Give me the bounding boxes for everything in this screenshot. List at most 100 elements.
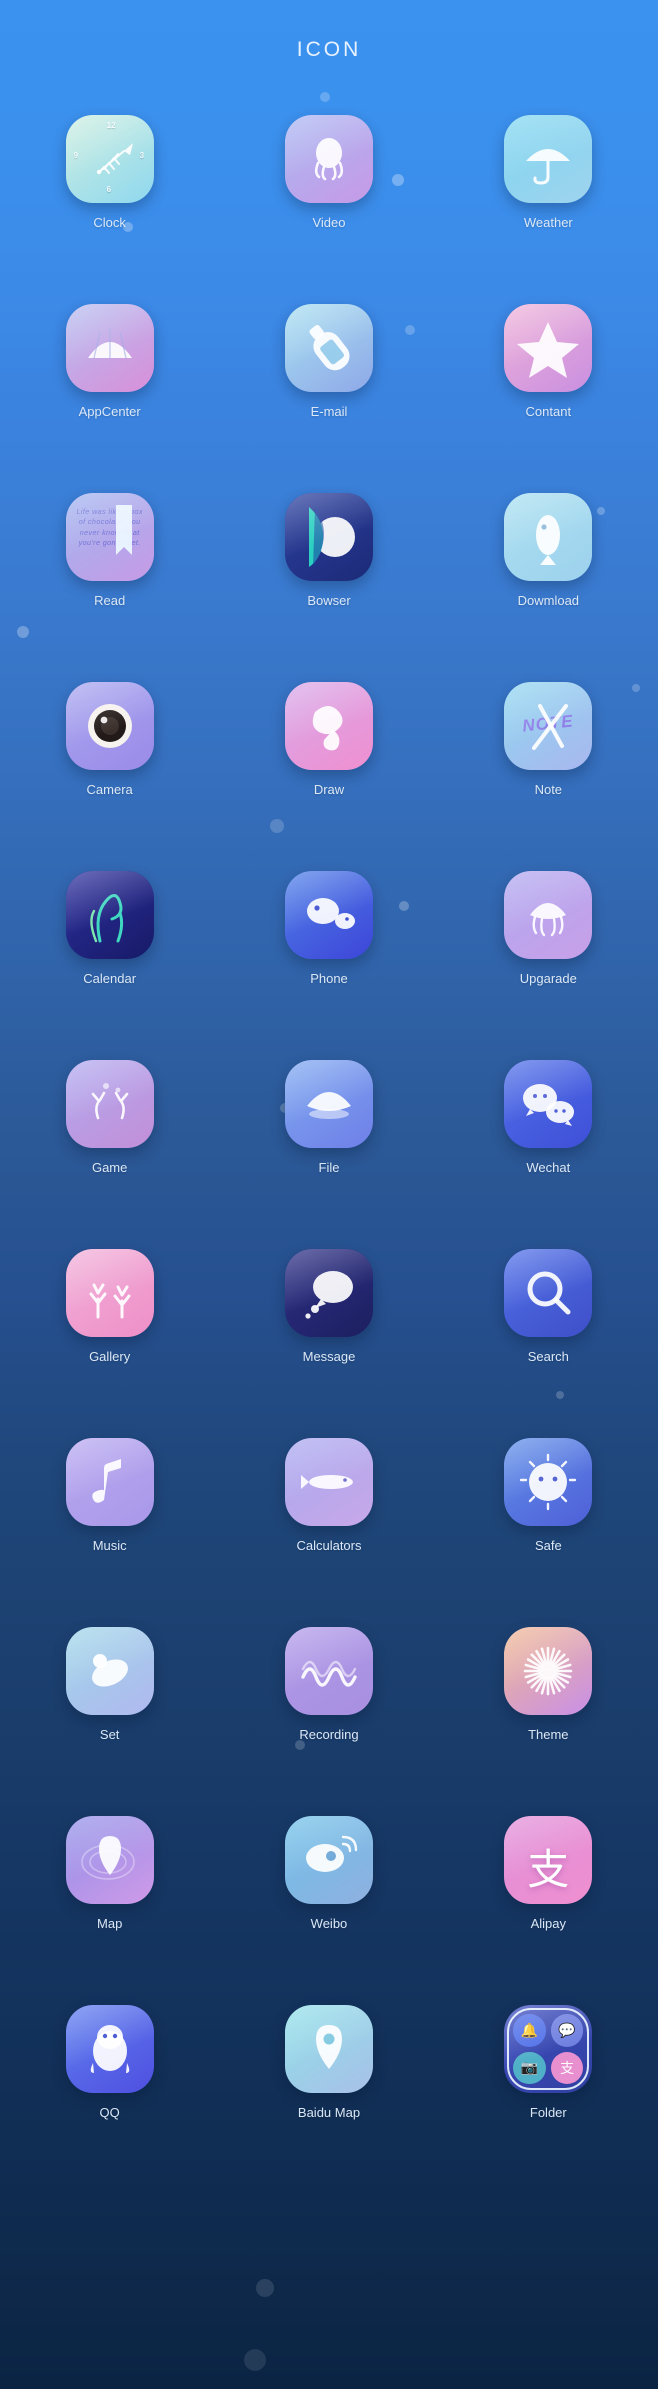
icon-cell-theme[interactable]: Theme <box>439 1627 658 1816</box>
wechat-bubbles-icon[interactable] <box>504 1060 593 1148</box>
icon-label: Music <box>92 1538 127 1553</box>
icon-cell-map[interactable]: Map <box>0 1816 219 2005</box>
icon-row: QQ Baidu Map 🔔 💬 📷 支 Folder <box>0 2005 658 2194</box>
map-pin-icon[interactable] <box>65 1816 154 1904</box>
folder-child-icon[interactable]: 📷 <box>513 2051 546 2084</box>
icon-cell-qq[interactable]: QQ <box>0 2005 219 2194</box>
camera-lens-icon[interactable] <box>65 682 154 770</box>
icon-label: Search <box>527 1349 569 1364</box>
icon-label: Set <box>99 1727 120 1742</box>
icon-cell-search[interactable]: Search <box>439 1249 658 1438</box>
draw-palette-icon[interactable] <box>284 682 373 770</box>
icon-cell-calculators[interactable]: Calculators <box>219 1438 438 1627</box>
upgrade-jellyfish-icon-art <box>504 871 592 959</box>
calculator-fish-icon-art <box>285 1438 373 1526</box>
gallery-coral-icon[interactable] <box>65 1249 154 1337</box>
icon-label: File <box>318 1160 340 1175</box>
upgrade-jellyfish-icon[interactable] <box>504 871 593 959</box>
icon-row: Gallery Message Search <box>0 1249 658 1438</box>
icon-cell-safe[interactable]: Safe <box>439 1438 658 1627</box>
read-bookmark-icon[interactable]: Life was like a box of chocolate. You ne… <box>65 493 154 581</box>
icon-grid: 12 3 6 9 Clock Video Weather AppCenter E-mail Con… <box>0 115 658 2194</box>
baidumap-pin-icon[interactable] <box>284 2005 373 2093</box>
icon-label: Weather <box>523 215 573 230</box>
folder-child-icon[interactable]: 支 <box>550 2051 584 2084</box>
email-bottle-icon-art <box>285 304 373 392</box>
icon-row: Camera Draw NOTE Note <box>0 682 658 871</box>
icon-label: Contant <box>525 404 572 419</box>
theme-flower-icon[interactable] <box>504 1627 593 1715</box>
qq-penguin-icon[interactable] <box>65 2005 154 2093</box>
icon-cell-appcenter[interactable]: AppCenter <box>0 304 219 493</box>
icon-cell-weibo[interactable]: Weibo <box>219 1816 438 2005</box>
calendar-seaweed-icon-art <box>66 871 154 959</box>
icon-cell-e-mail[interactable]: E-mail <box>219 304 438 493</box>
icon-cell-camera[interactable]: Camera <box>0 682 219 871</box>
icon-cell-gallery[interactable]: Gallery <box>0 1249 219 1438</box>
file-clam-icon[interactable] <box>284 1060 373 1148</box>
icon-cell-video[interactable]: Video <box>219 115 438 304</box>
icon-label: Recording <box>299 1727 359 1742</box>
icon-cell-recording[interactable]: Recording <box>219 1627 438 1816</box>
icon-cell-contant[interactable]: Contant <box>439 304 658 493</box>
icon-label: Phone <box>310 971 348 986</box>
calculator-fish-icon[interactable] <box>284 1438 373 1526</box>
search-magnifier-icon[interactable] <box>504 1249 593 1337</box>
alipay-zhi-icon[interactable]: 支 <box>504 1816 593 1904</box>
contact-starfish-icon[interactable] <box>504 304 593 392</box>
icon-cell-set[interactable]: Set <box>0 1627 219 1816</box>
icon-cell-folder[interactable]: 🔔 💬 📷 支 Folder <box>439 2005 658 2194</box>
icon-label: Draw <box>313 782 345 797</box>
weibo-eye-icon[interactable] <box>284 1816 373 1904</box>
gallery-coral-icon-art <box>66 1249 154 1337</box>
icon-label: Theme <box>528 1727 569 1742</box>
icon-cell-alipay[interactable]: 支 Alipay <box>439 1816 658 2005</box>
icon-cell-note[interactable]: NOTE Note <box>439 682 658 871</box>
folder-child-icon[interactable]: 💬 <box>550 2014 584 2047</box>
video-squid-icon[interactable] <box>284 115 373 203</box>
phone-whale-icon[interactable] <box>284 871 373 959</box>
read-bookmark-icon-art <box>66 493 154 581</box>
appcenter-shell-icon[interactable] <box>65 304 154 392</box>
safe-pufferfish-icon[interactable] <box>504 1438 593 1526</box>
icon-cell-game[interactable]: Game <box>0 1060 219 1249</box>
safe-pufferfish-icon-art <box>504 1438 592 1526</box>
icon-cell-read[interactable]: Life was like a box of chocolate. You ne… <box>0 493 219 682</box>
camera-lens-icon-art <box>66 682 154 770</box>
music-note-icon[interactable] <box>65 1438 154 1526</box>
folder-child-icon[interactable]: 🔔 <box>513 2014 546 2047</box>
recording-wave-icon[interactable] <box>284 1627 373 1715</box>
icon-cell-file[interactable]: File <box>219 1060 438 1249</box>
settings-gear-icon[interactable] <box>65 1627 154 1715</box>
icon-cell-bowser[interactable]: Bowser <box>219 493 438 682</box>
download-fish-icon[interactable] <box>504 493 593 581</box>
icon-cell-upgarade[interactable]: Upgarade <box>439 871 658 1060</box>
folder-group-icon[interactable]: 🔔 💬 📷 支 <box>504 2005 593 2093</box>
note-pen-icon[interactable]: NOTE <box>504 682 593 770</box>
recording-wave-icon-art <box>285 1627 373 1715</box>
clock-fishbone-icon[interactable]: 12 3 6 9 <box>65 115 154 203</box>
browser-pearl-icon[interactable] <box>284 493 373 581</box>
icon-cell-weather[interactable]: Weather <box>439 115 658 304</box>
phone-whale-icon-art <box>285 871 373 959</box>
icon-cell-music[interactable]: Music <box>0 1438 219 1627</box>
message-bubble-icon[interactable] <box>284 1249 373 1337</box>
icon-cell-clock[interactable]: 12 3 6 9 Clock <box>0 115 219 304</box>
game-crab-icon[interactable] <box>65 1060 154 1148</box>
icon-cell-wechat[interactable]: Wechat <box>439 1060 658 1249</box>
icon-cell-phone[interactable]: Phone <box>219 871 438 1060</box>
search-magnifier-icon-art <box>504 1249 592 1337</box>
icon-cell-baidu-map[interactable]: Baidu Map <box>219 2005 438 2194</box>
icon-label: AppCenter <box>78 404 141 419</box>
calendar-seaweed-icon[interactable] <box>65 871 154 959</box>
icon-cell-calendar[interactable]: Calendar <box>0 871 219 1060</box>
icon-cell-draw[interactable]: Draw <box>219 682 438 871</box>
icon-cell-dowmload[interactable]: Dowmload <box>439 493 658 682</box>
icon-label: Calculators <box>296 1538 362 1553</box>
icon-label: Read <box>94 593 126 608</box>
weather-umbrella-icon[interactable] <box>504 115 593 203</box>
clock-numeral: 3 <box>139 151 145 160</box>
icon-cell-message[interactable]: Message <box>219 1249 438 1438</box>
contact-starfish-icon-art <box>504 304 592 392</box>
email-bottle-icon[interactable] <box>284 304 373 392</box>
